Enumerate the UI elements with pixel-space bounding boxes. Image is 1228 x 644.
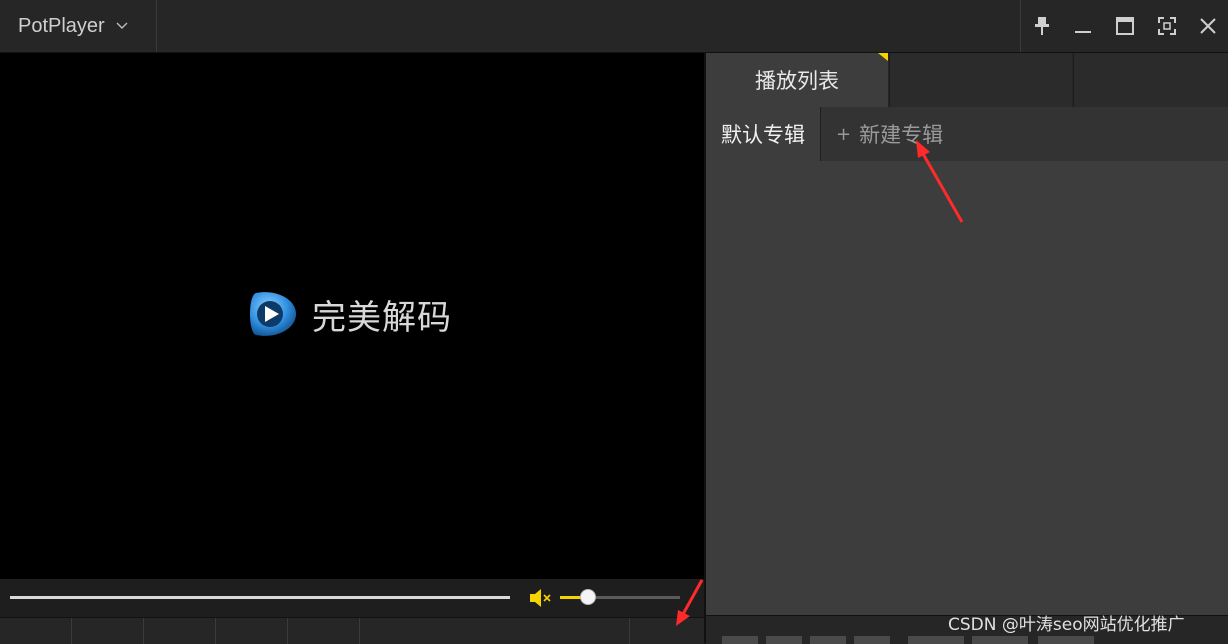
tab-corner-marker [878,53,888,61]
tab-playlist[interactable]: 播放列表 [706,53,888,107]
fullscreen-button[interactable] [1146,0,1188,52]
brand-logo: 完美解码 [246,289,452,339]
video-area[interactable]: 完美解码 [0,53,704,579]
app-menu-button[interactable]: PotPlayer [0,0,157,52]
logo-text: 完美解码 [312,297,452,338]
control-button[interactable] [72,618,144,644]
speaker-muted-icon[interactable] [528,587,552,609]
pin-icon [1034,17,1049,35]
app-title: PotPlayer [18,14,105,37]
close-button[interactable] [1187,0,1228,52]
minimize-icon [1075,31,1092,33]
control-spacer [360,618,630,644]
control-button[interactable] [216,618,288,644]
album-default-label: 默认专辑 [721,123,805,147]
window-controls [1020,0,1228,52]
maximize-button[interactable] [1104,0,1146,52]
control-bar [0,617,704,644]
volume-slider[interactable] [560,596,680,599]
control-button[interactable] [630,618,704,644]
chevron-down-icon [116,22,128,29]
tab-label: 播放列表 [755,69,839,93]
close-icon [1200,18,1216,34]
album-tab-default[interactable]: 默认专辑 [706,107,821,161]
minimize-button[interactable] [1063,0,1105,52]
new-album-button[interactable]: + 新建专辑 [836,107,943,161]
tab-3[interactable] [1073,53,1228,107]
panel-tabs: 播放列表 [706,53,1228,107]
play-logo-icon [250,292,296,336]
control-button[interactable] [144,618,216,644]
album-bar: 默认专辑 + 新建专辑 [706,107,1228,162]
seek-slider[interactable] [10,596,510,599]
tab-2[interactable] [889,53,1072,107]
maximize-icon [1115,17,1134,35]
volume-knob[interactable] [580,589,596,605]
plus-icon: + [836,123,852,145]
playlist-list[interactable] [706,161,1228,615]
new-album-label: 新建专辑 [859,123,944,147]
control-button[interactable] [0,618,72,644]
pin-button[interactable] [1021,0,1063,52]
title-bar: PotPlayer [0,0,1228,53]
playlist-panel: 播放列表 默认专辑 + 新建专辑 [706,53,1228,644]
seek-bar-row [0,579,704,617]
fullscreen-icon [1157,17,1176,35]
playlist-toolbar [706,615,1228,644]
control-button[interactable] [288,618,360,644]
